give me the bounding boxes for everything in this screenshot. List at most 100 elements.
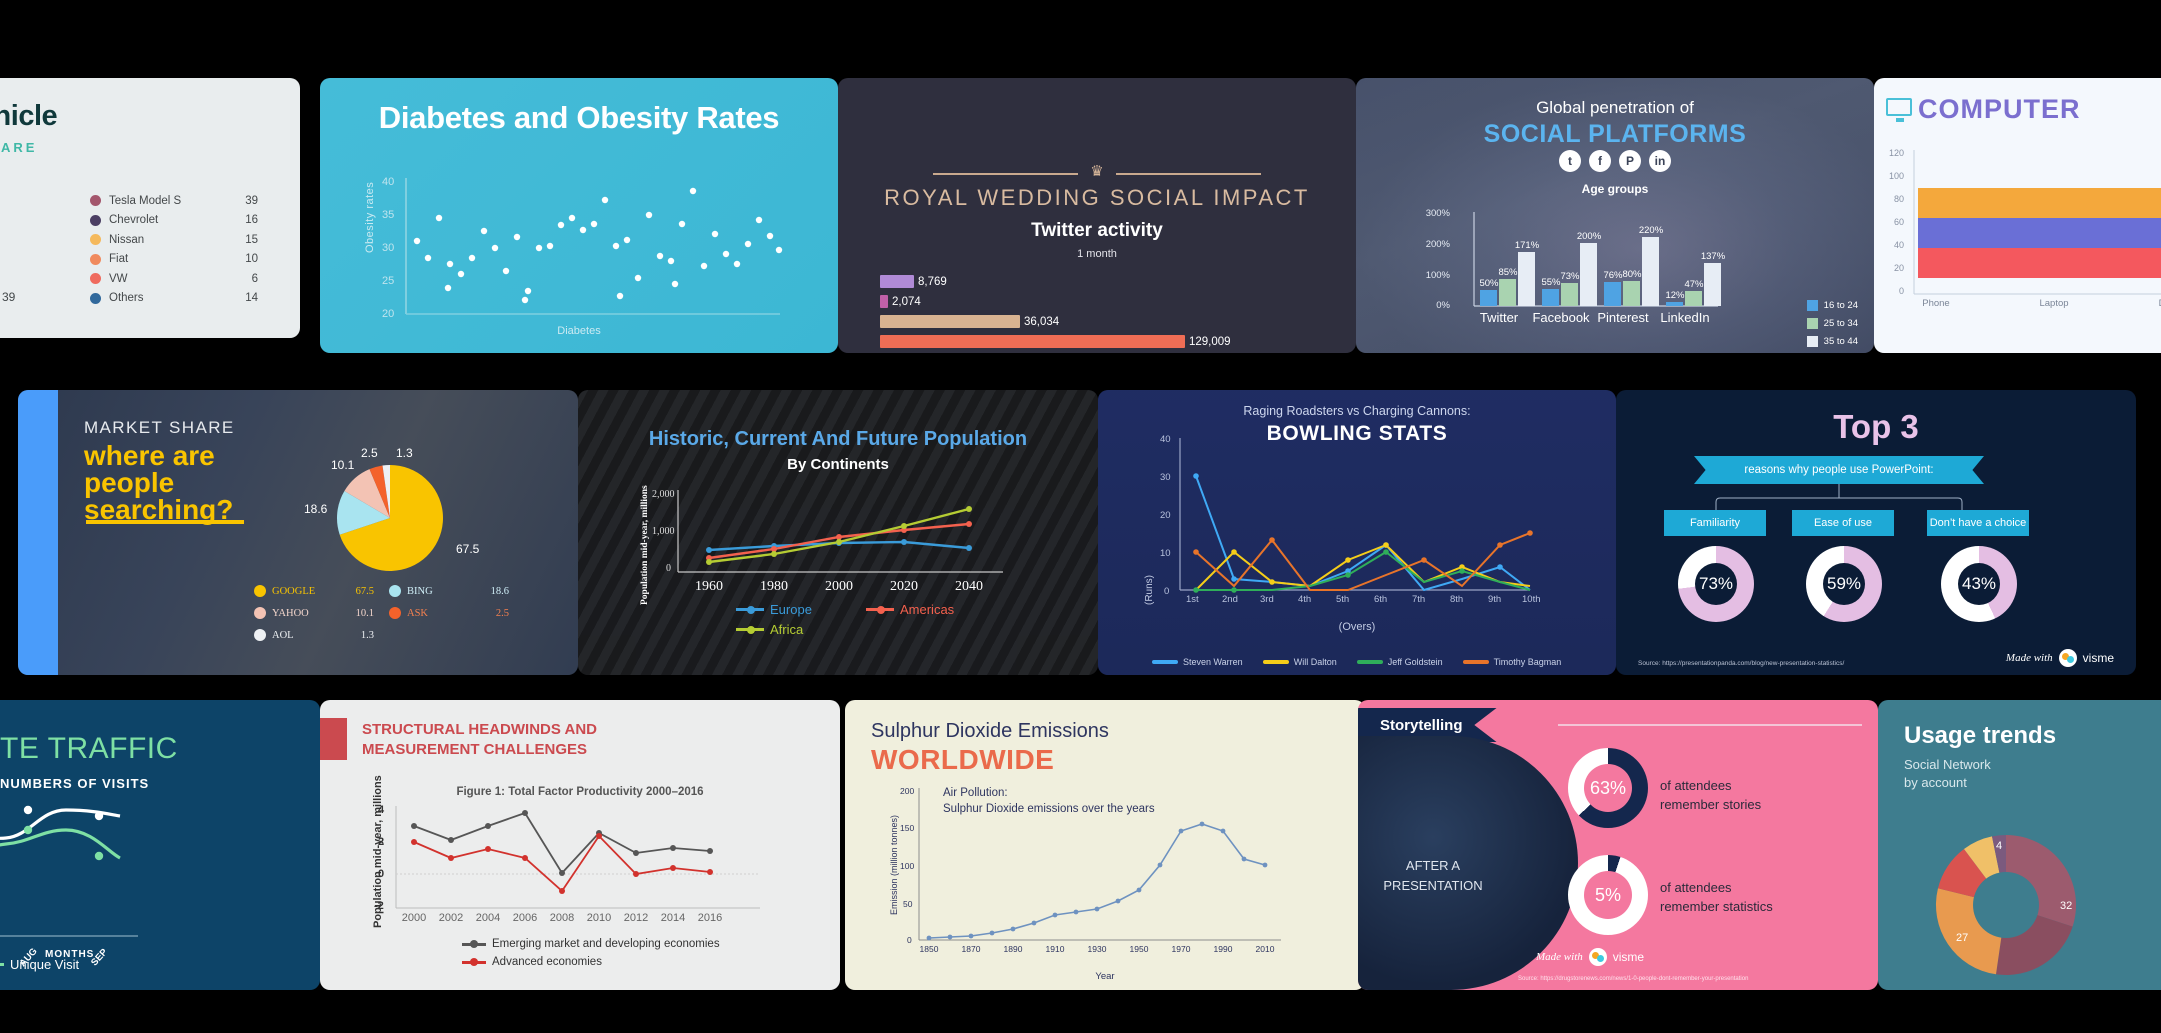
traffic-line-chart	[0, 805, 138, 937]
list-item: Will Dalton	[1262, 657, 1337, 667]
x-axis-label: Year	[1095, 971, 1115, 982]
x-tick: 2010	[1255, 944, 1275, 954]
legend-label: 25 to 34	[1823, 318, 1858, 329]
donut-chart-1: 73%	[1678, 546, 1754, 622]
x-tick: 1980	[760, 579, 788, 594]
swatch-icon	[1806, 300, 1818, 311]
list-item: Jeff Goldstein	[1356, 657, 1443, 667]
legend-label: Unique Visit	[10, 957, 80, 972]
donut-value: 59%	[1823, 563, 1865, 605]
legend-label: Will Dalton	[1293, 657, 1337, 667]
legend-value: 14	[245, 292, 258, 305]
card-diabetes-obesity[interactable]: Diabetes and Obesity Rates Obesity rates…	[320, 78, 838, 353]
reason-box-1[interactable]: Familiarity	[1664, 510, 1766, 536]
card-social-platforms[interactable]: Global penetration of SOCIAL PLATFORMS t…	[1356, 78, 1874, 353]
population-line-chart	[677, 490, 1003, 573]
legend-label: Nissan	[109, 233, 145, 246]
card-structural-headwinds[interactable]: STRUCTURAL HEADWINDS AND MEASUREMENT CHA…	[320, 700, 840, 990]
bar-value: 2,074	[892, 295, 921, 308]
chart-title: Twitter activity	[1031, 220, 1163, 241]
reason-box-2[interactable]: Ease of use	[1792, 510, 1894, 536]
legend-item-unique: Unique Visit	[0, 957, 79, 972]
legend-value: 6	[251, 272, 258, 285]
donut-value: 43%	[1958, 563, 2000, 605]
x-tick: 1990	[1213, 944, 1233, 954]
bar-value: 129,009	[1189, 335, 1231, 348]
swatch-icon	[254, 585, 266, 597]
slice-label: 1.3	[396, 446, 413, 460]
diabetes-scatter-plot	[405, 178, 783, 315]
legend-label: ASK	[407, 607, 429, 619]
legend-value: 10	[245, 253, 258, 266]
card-sulphur-dioxide[interactable]: Sulphur Dioxide Emissions WORLDWIDE Air …	[845, 700, 1365, 990]
table-row: 36,034	[880, 313, 1310, 330]
stat-label-stories: of attendees remember stories	[1660, 778, 1762, 812]
list-item: Tesla Model S 39	[90, 191, 258, 211]
donut-chart-2: 59%	[1806, 546, 1882, 622]
legend-item-advanced: Advanced economies	[462, 956, 602, 968]
list-item: Timothy Bagman	[1462, 657, 1562, 667]
social-legend: 16 to 24 25 to 34 35 to 44	[1806, 300, 1858, 353]
chart-period: 1 month	[1077, 248, 1117, 260]
list-item: Others 14	[90, 289, 258, 309]
card-bowling-stats[interactable]: Raging Roadsters vs Charging Cannons: BO…	[1098, 390, 1616, 675]
donut-chart-statistics: 5%	[1568, 855, 1648, 935]
card-market-share[interactable]: MARKET SHARE where are people searching? 1…	[18, 390, 578, 675]
made-with-visme: Made with visme	[1536, 948, 1644, 966]
legend-label: Timothy Bagman	[1493, 657, 1562, 667]
legend-label: AOL	[272, 629, 294, 641]
legend-label: Fiat	[109, 253, 129, 266]
royal-bar-chart: 8,769 2,074 36,034 129,009 189.29	[880, 273, 1310, 353]
swatch-icon	[90, 214, 101, 226]
x-tick: 1930	[1087, 944, 1107, 954]
list-item: Chevrolet 16	[90, 211, 258, 231]
legend-label: Emerging market and developing economies	[492, 938, 720, 950]
donut-value: 73%	[1695, 563, 1737, 605]
legend-value: 2.5	[495, 607, 509, 619]
x-tick: Phone	[1922, 298, 1950, 309]
made-with-label: Made with	[1536, 951, 1583, 963]
card-royal-wedding[interactable]: ♛ ROYAL WEDDING SOCIAL IMPACT Twitter ac…	[838, 78, 1356, 353]
table-row: 129,009	[880, 333, 1310, 350]
legend-label: Chevrolet	[109, 214, 159, 227]
x-tick: 1960	[695, 579, 723, 594]
x-tick: Twitter	[1479, 310, 1519, 325]
legend-label: Europe	[770, 602, 812, 617]
x-tick: 2000	[825, 579, 853, 594]
bar-value: 47%	[1684, 279, 1704, 290]
slice-label: 2.5	[361, 446, 378, 460]
legend-label: Americas	[900, 602, 955, 617]
swatch-icon	[90, 195, 101, 207]
crown-icon: ♛	[1090, 163, 1104, 180]
card-computer[interactable]: COMPUTER 120 100 80 60 40 20 0 Phone Lap…	[1874, 78, 2161, 353]
donut-value: 63%	[1584, 764, 1632, 812]
bar-value: 80%	[1622, 269, 1642, 280]
swatch-icon	[90, 253, 101, 265]
swatch-icon	[389, 607, 401, 619]
x-tick: 10th	[1522, 594, 1541, 605]
legend-value: 39	[245, 194, 258, 207]
card-storytelling[interactable]: Storytelling AFTER A PRESENTATION 63% of …	[1358, 700, 1878, 990]
card-usage-trends[interactable]: Usage trends Social Network by account 2…	[1878, 700, 2161, 990]
legend-label: Africa	[770, 622, 804, 637]
legend-value: 16	[245, 214, 258, 227]
card-electric-vehicle[interactable]: tric Vehicle SALES SHARE 14 39 Tesla Mod…	[0, 78, 300, 338]
card-population[interactable]: Historic, Current And Future Population …	[578, 390, 1098, 675]
bar-value: 50%	[1479, 278, 1499, 289]
legend-label: Steven Warren	[1183, 657, 1243, 667]
card-website-traffic[interactable]: TE TRAFFIC NUMBERS OF VISITS JUN JUL AUG…	[0, 700, 320, 990]
computer-bar-chart	[1913, 150, 2161, 295]
slice-label: 32	[2060, 900, 2073, 912]
legend-value: 1.3	[360, 629, 374, 641]
list-item: 25 to 34	[1806, 318, 1858, 329]
x-tick: 4th	[1298, 594, 1312, 605]
donut-chart-stories: 63%	[1568, 748, 1648, 828]
bar-value: 12%	[1665, 290, 1685, 301]
reason-box-3[interactable]: Don’t have a choice	[1927, 510, 2029, 536]
swatch-icon	[90, 292, 101, 304]
legend-label: YAHOO	[272, 607, 309, 619]
bar-value: 36,034	[1024, 315, 1060, 328]
swatch-icon	[1806, 318, 1818, 329]
bar-value: 85%	[1498, 267, 1518, 278]
card-top3[interactable]: Top 3 reasons why people use PowerPoint:…	[1616, 390, 2136, 675]
